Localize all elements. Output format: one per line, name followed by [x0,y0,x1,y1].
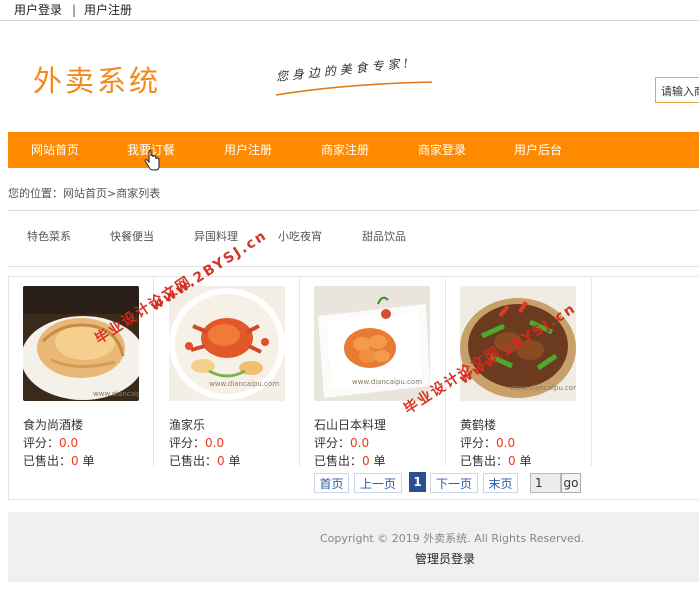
restaurant-rating: 评分：0.0 [314,436,370,450]
restaurant-rating: 评分：0.0 [23,436,79,450]
divider [8,266,699,267]
category-tab-snacks[interactable]: 小吃夜宵 [278,228,322,244]
restaurant-image[interactable]: www.diancaipu.com [169,286,285,401]
image-watermark: www.diancaipu.com [209,380,279,388]
pager-first-button[interactable]: 首页 [314,473,349,493]
footer: Copyright © 2019 外卖系统. All Rights Reserv… [8,512,699,582]
pager-last-button[interactable]: 末页 [483,473,518,493]
restaurant-card[interactable]: www.diancaipu.com 石山日本料理 评分：0.0 已售出：0 单 [314,286,454,468]
go-button[interactable]: go [561,473,581,493]
restaurant-name[interactable]: 石山日本料理 [314,416,386,433]
restaurant-name[interactable]: 黄鹤楼 [460,416,496,433]
category-tab-desserts[interactable]: 甜品饮品 [362,228,406,244]
nav-merchant-login[interactable]: 商家登录 [418,132,466,168]
search-input[interactable]: 请输入商 [655,77,699,103]
topbar-separator: | [72,3,77,17]
copyright-text: Copyright © 2019 外卖系统. All Rights Reserv… [320,532,585,545]
restaurant-image[interactable]: www.diancaipu.com [23,286,139,401]
main-nav: 网站首页 我要订餐 用户注册 商家注册 商家登录 用户后台 [8,132,699,168]
image-watermark: www.diancaipu.com [510,384,576,392]
admin-login-link[interactable]: 管理员登录 [415,550,475,567]
page-number-input[interactable]: 1 [530,473,561,493]
nav-home[interactable]: 网站首页 [31,132,79,168]
top-bar: 用户登录 | 用户注册 [0,0,699,21]
restaurant-rating: 评分：0.0 [169,436,225,450]
restaurant-name[interactable]: 食为尚酒楼 [23,416,83,433]
nav-merchant-register[interactable]: 商家注册 [321,132,369,168]
restaurant-sold-count: 已售出：0 单 [169,454,241,468]
restaurant-image[interactable]: www.diancaipu.com [460,286,576,401]
breadcrumb: 您的位置：网站首页>商家列表 [8,187,161,200]
category-tab-specialty[interactable]: 特色菜系 [27,228,71,244]
restaurant-card[interactable]: www.diancaipu.com 渔家乐 评分：0.0 已售出：0 单 [169,286,309,468]
slogan-underline [275,81,433,96]
category-tab-foreign[interactable]: 异国料理 [194,228,238,244]
pager-prev-button[interactable]: 上一页 [354,473,402,493]
restaurant-rating: 评分：0.0 [460,436,516,450]
restaurant-sold-count: 已售出：0 单 [314,454,386,468]
category-tab-fastfood[interactable]: 快餐便当 [110,228,154,244]
pager-current-page[interactable]: 1 [409,472,426,492]
restaurant-image[interactable]: www.diancaipu.com [314,286,430,401]
site-logo[interactable]: 外卖系统 [33,58,161,100]
user-register-link[interactable]: 用户注册 [84,1,132,19]
restaurant-sold-count: 已售出：0 单 [460,454,532,468]
restaurant-sold-count: 已售出：0 单 [23,454,95,468]
image-watermark: www.diancaipu.com [93,390,139,398]
nav-user-backend[interactable]: 用户后台 [514,132,562,168]
divider [8,210,699,211]
restaurant-name[interactable]: 渔家乐 [169,416,205,433]
hand-cursor-icon [144,150,160,171]
nav-user-register[interactable]: 用户注册 [224,132,272,168]
image-watermark: www.diancaipu.com [352,378,422,386]
restaurant-card[interactable]: www.diancaipu.com 黄鹤楼 评分：0.0 已售出：0 单 [460,286,600,468]
restaurant-card[interactable]: www.diancaipu.com 食为尚酒楼 评分：0.0 已售出：0 单 [23,286,163,468]
user-login-link[interactable]: 用户登录 [14,1,62,19]
pager-next-button[interactable]: 下一页 [430,473,478,493]
